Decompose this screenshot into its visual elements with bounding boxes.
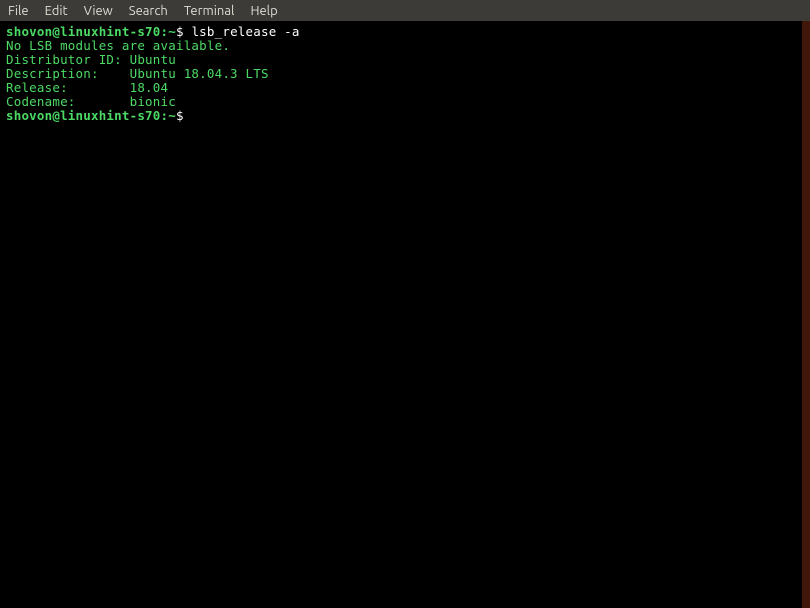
prompt-path: ~	[168, 108, 176, 123]
prompt-user: shovon@linuxhint-s70	[6, 24, 161, 39]
prompt-line-1: shovon@linuxhint-s70:~$ lsb_release -a	[6, 25, 804, 39]
menu-help[interactable]: Help	[242, 2, 285, 20]
scrollbar[interactable]	[802, 21, 810, 608]
output-line: Codename: bionic	[6, 95, 804, 109]
prompt-dollar: $	[176, 24, 184, 39]
prompt-user: shovon@linuxhint-s70	[6, 108, 161, 123]
menu-file[interactable]: File	[6, 2, 37, 20]
output-line: Release: 18.04	[6, 81, 804, 95]
menu-edit[interactable]: Edit	[37, 2, 76, 20]
terminal-body[interactable]: shovon@linuxhint-s70:~$ lsb_release -a N…	[0, 21, 810, 127]
output-line: Description: Ubuntu 18.04.3 LTS	[6, 67, 804, 81]
menu-terminal[interactable]: Terminal	[176, 2, 243, 20]
menu-search[interactable]: Search	[121, 2, 176, 20]
menubar: File Edit View Search Terminal Help	[0, 0, 810, 21]
prompt-path: ~	[168, 24, 176, 39]
prompt-dollar: $	[176, 108, 184, 123]
menu-view[interactable]: View	[76, 2, 121, 20]
output-line: No LSB modules are available.	[6, 39, 804, 53]
output-line: Distributor ID: Ubuntu	[6, 53, 804, 67]
prompt-line-2: shovon@linuxhint-s70:~$	[6, 109, 804, 123]
command: lsb_release -a	[191, 24, 299, 39]
